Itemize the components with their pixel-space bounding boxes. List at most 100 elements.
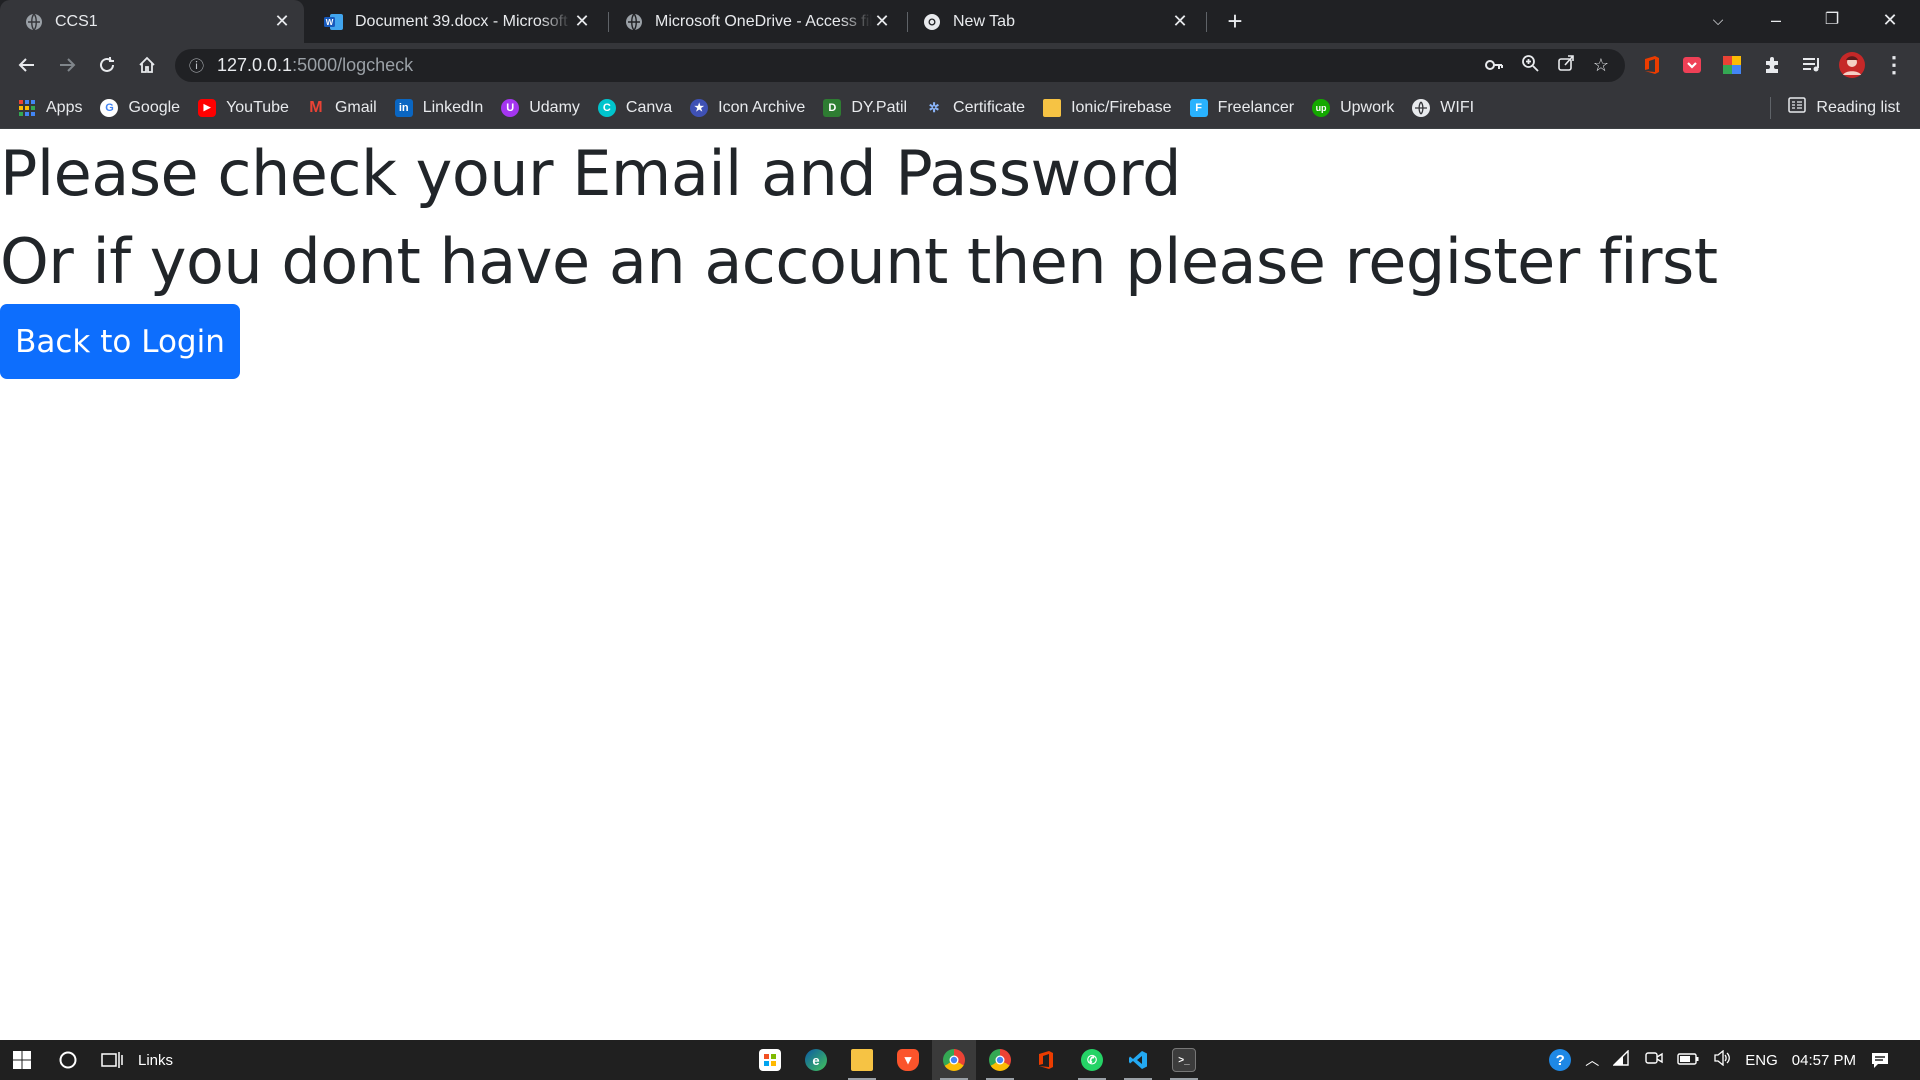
bookmark-wifi[interactable]: WIFI	[1412, 98, 1474, 117]
linkedin-icon: in	[394, 98, 413, 117]
close-window-button[interactable]: ✕	[1862, 0, 1918, 40]
reload-icon	[100, 57, 114, 72]
folder-icon	[1043, 98, 1062, 117]
svg-text:W: W	[326, 18, 334, 27]
clock[interactable]: 04:57 PM	[1792, 1052, 1856, 1069]
apps-grid-icon	[18, 99, 36, 117]
bookmark-dypatil[interactable]: D DY.Patil	[823, 98, 908, 117]
info-icon[interactable]: ⓘ	[189, 55, 209, 76]
bookmark-certificate[interactable]: ✲ Certificate	[925, 99, 1025, 117]
close-tab-icon[interactable]: ✕	[1170, 11, 1190, 32]
bookmark-gmail[interactable]: M Gmail	[307, 98, 376, 117]
taskbar-app-whatsapp[interactable]: ✆	[1070, 1040, 1114, 1080]
reload-button[interactable]	[91, 49, 123, 81]
profile-avatar-icon[interactable]	[1838, 51, 1866, 79]
zoom-icon[interactable]	[1521, 54, 1539, 77]
share-icon[interactable]	[1557, 54, 1575, 77]
extensions-puzzle-icon[interactable]	[1760, 53, 1784, 77]
start-button[interactable]	[0, 1040, 44, 1080]
close-tab-icon[interactable]: ✕	[572, 11, 592, 32]
taskbar-app-vscode[interactable]	[1116, 1040, 1160, 1080]
certificate-icon: ✲	[928, 99, 940, 115]
new-tab-button[interactable]: +	[1220, 6, 1250, 36]
bookmark-youtube[interactable]: ▶ YouTube	[198, 98, 289, 117]
tab-title: Document 39.docx - Microsoft W	[355, 12, 572, 30]
reading-list-button[interactable]: Reading list	[1770, 87, 1900, 128]
close-tab-icon[interactable]: ✕	[272, 11, 292, 32]
tab-onedrive[interactable]: Microsoft OneDrive - Access files ✕	[600, 0, 904, 43]
restore-button[interactable]: ❐	[1804, 0, 1860, 40]
taskbar-app-brave[interactable]: ▾	[886, 1040, 930, 1080]
divider	[1770, 97, 1772, 119]
links-toolbar[interactable]: Links	[138, 1040, 173, 1080]
canva-icon: C	[597, 98, 616, 117]
back-button[interactable]	[11, 49, 43, 81]
vscode-icon	[1127, 1049, 1149, 1071]
tab-strip: CCS1 ✕ W Document 39.docx - Microsoft W …	[0, 0, 1920, 43]
colorful-extension-icon[interactable]	[1720, 53, 1744, 77]
gmail-icon: M	[309, 98, 323, 116]
browser-toolbar: ⓘ 127.0.0.1:5000/logcheck ☆ ⋮	[0, 43, 1920, 87]
tab-title: CCS1	[55, 12, 98, 30]
bookmark-upwork[interactable]: up Upwork	[1312, 98, 1394, 117]
bookmark-label: Ionic/Firebase	[1071, 98, 1172, 116]
windows-logo-icon	[13, 1051, 31, 1069]
edge-icon: e	[805, 1049, 827, 1071]
taskbar-app-office[interactable]	[1024, 1040, 1068, 1080]
show-hidden-icons-icon[interactable]: ︿	[1585, 1050, 1599, 1070]
bookmark-apps[interactable]: Apps	[18, 99, 82, 117]
bookmark-star-icon[interactable]: ☆	[1593, 55, 1609, 76]
volume-icon[interactable]	[1713, 1049, 1731, 1070]
back-to-login-button[interactable]: Back to Login	[0, 304, 240, 379]
taskbar-app-store[interactable]	[748, 1040, 792, 1080]
help-icon[interactable]: ?	[1549, 1049, 1572, 1071]
taskbar-app-edge[interactable]: e	[794, 1040, 838, 1080]
tab-new-tab[interactable]: New Tab ✕	[898, 0, 1202, 43]
bookmark-icon-archive[interactable]: ★ Icon Archive	[690, 98, 805, 117]
dypatil-icon: D	[823, 98, 842, 117]
system-tray: ? ︿ ENG 04:57 PM	[1549, 1040, 1856, 1080]
bookmark-freelancer[interactable]: F Freelancer	[1189, 98, 1294, 117]
chrome-icon	[922, 12, 942, 32]
bookmark-google[interactable]: G Google	[100, 98, 181, 117]
taskbar-app-terminal[interactable]: >_	[1162, 1040, 1206, 1080]
error-heading: Please check your Email and Password	[0, 137, 1181, 210]
whatsapp-icon: ✆	[1081, 1049, 1103, 1071]
task-view-button[interactable]	[90, 1040, 134, 1080]
media-queue-icon[interactable]	[1800, 53, 1824, 77]
bookmark-canva[interactable]: C Canva	[597, 98, 672, 117]
minimize-button[interactable]: –	[1748, 0, 1804, 40]
network-icon[interactable]	[1612, 1049, 1631, 1070]
windows-taskbar: Links e ▾ ✆ >_ ? ︿ ENG 04:57 PM	[0, 1040, 1920, 1080]
bookmark-label: Google	[128, 98, 181, 116]
action-center-button[interactable]	[1862, 1040, 1898, 1080]
google-icon: G	[100, 98, 119, 117]
notification-icon	[1872, 1053, 1888, 1068]
address-bar[interactable]: ⓘ 127.0.0.1:5000/logcheck ☆	[175, 49, 1625, 82]
bookmark-ionic-firebase[interactable]: Ionic/Firebase	[1043, 98, 1172, 117]
taskbar-app-chrome[interactable]	[932, 1040, 976, 1080]
bookmark-udamy[interactable]: U Udamy	[501, 98, 580, 117]
key-icon[interactable]	[1484, 55, 1503, 76]
tab-search-icon[interactable]: ⌵	[1690, 0, 1746, 40]
back-arrow-icon	[18, 58, 34, 72]
bookmark-label: LinkedIn	[422, 98, 484, 116]
menu-kebab-icon[interactable]: ⋮	[1882, 52, 1906, 77]
bookmark-linkedin[interactable]: in LinkedIn	[394, 98, 484, 117]
taskbar-app-file-explorer[interactable]	[840, 1040, 884, 1080]
close-tab-icon[interactable]: ✕	[872, 11, 892, 32]
office-extension-icon[interactable]	[1640, 53, 1664, 77]
taskbar-app-chrome-profile[interactable]	[978, 1040, 1022, 1080]
home-button[interactable]	[131, 49, 163, 81]
forward-button[interactable]	[51, 49, 83, 81]
meet-now-icon[interactable]	[1645, 1050, 1663, 1070]
battery-icon[interactable]	[1677, 1052, 1699, 1069]
cortana-button[interactable]	[46, 1040, 90, 1080]
bookmark-label: DY.Patil	[851, 98, 908, 116]
word-icon: W	[324, 12, 344, 32]
pocket-extension-icon[interactable]	[1680, 53, 1704, 77]
globe-icon	[24, 12, 44, 32]
tab-ccs1[interactable]: CCS1 ✕	[0, 0, 304, 43]
language-indicator[interactable]: ENG	[1745, 1052, 1778, 1069]
tab-document[interactable]: W Document 39.docx - Microsoft W ✕	[300, 0, 604, 43]
